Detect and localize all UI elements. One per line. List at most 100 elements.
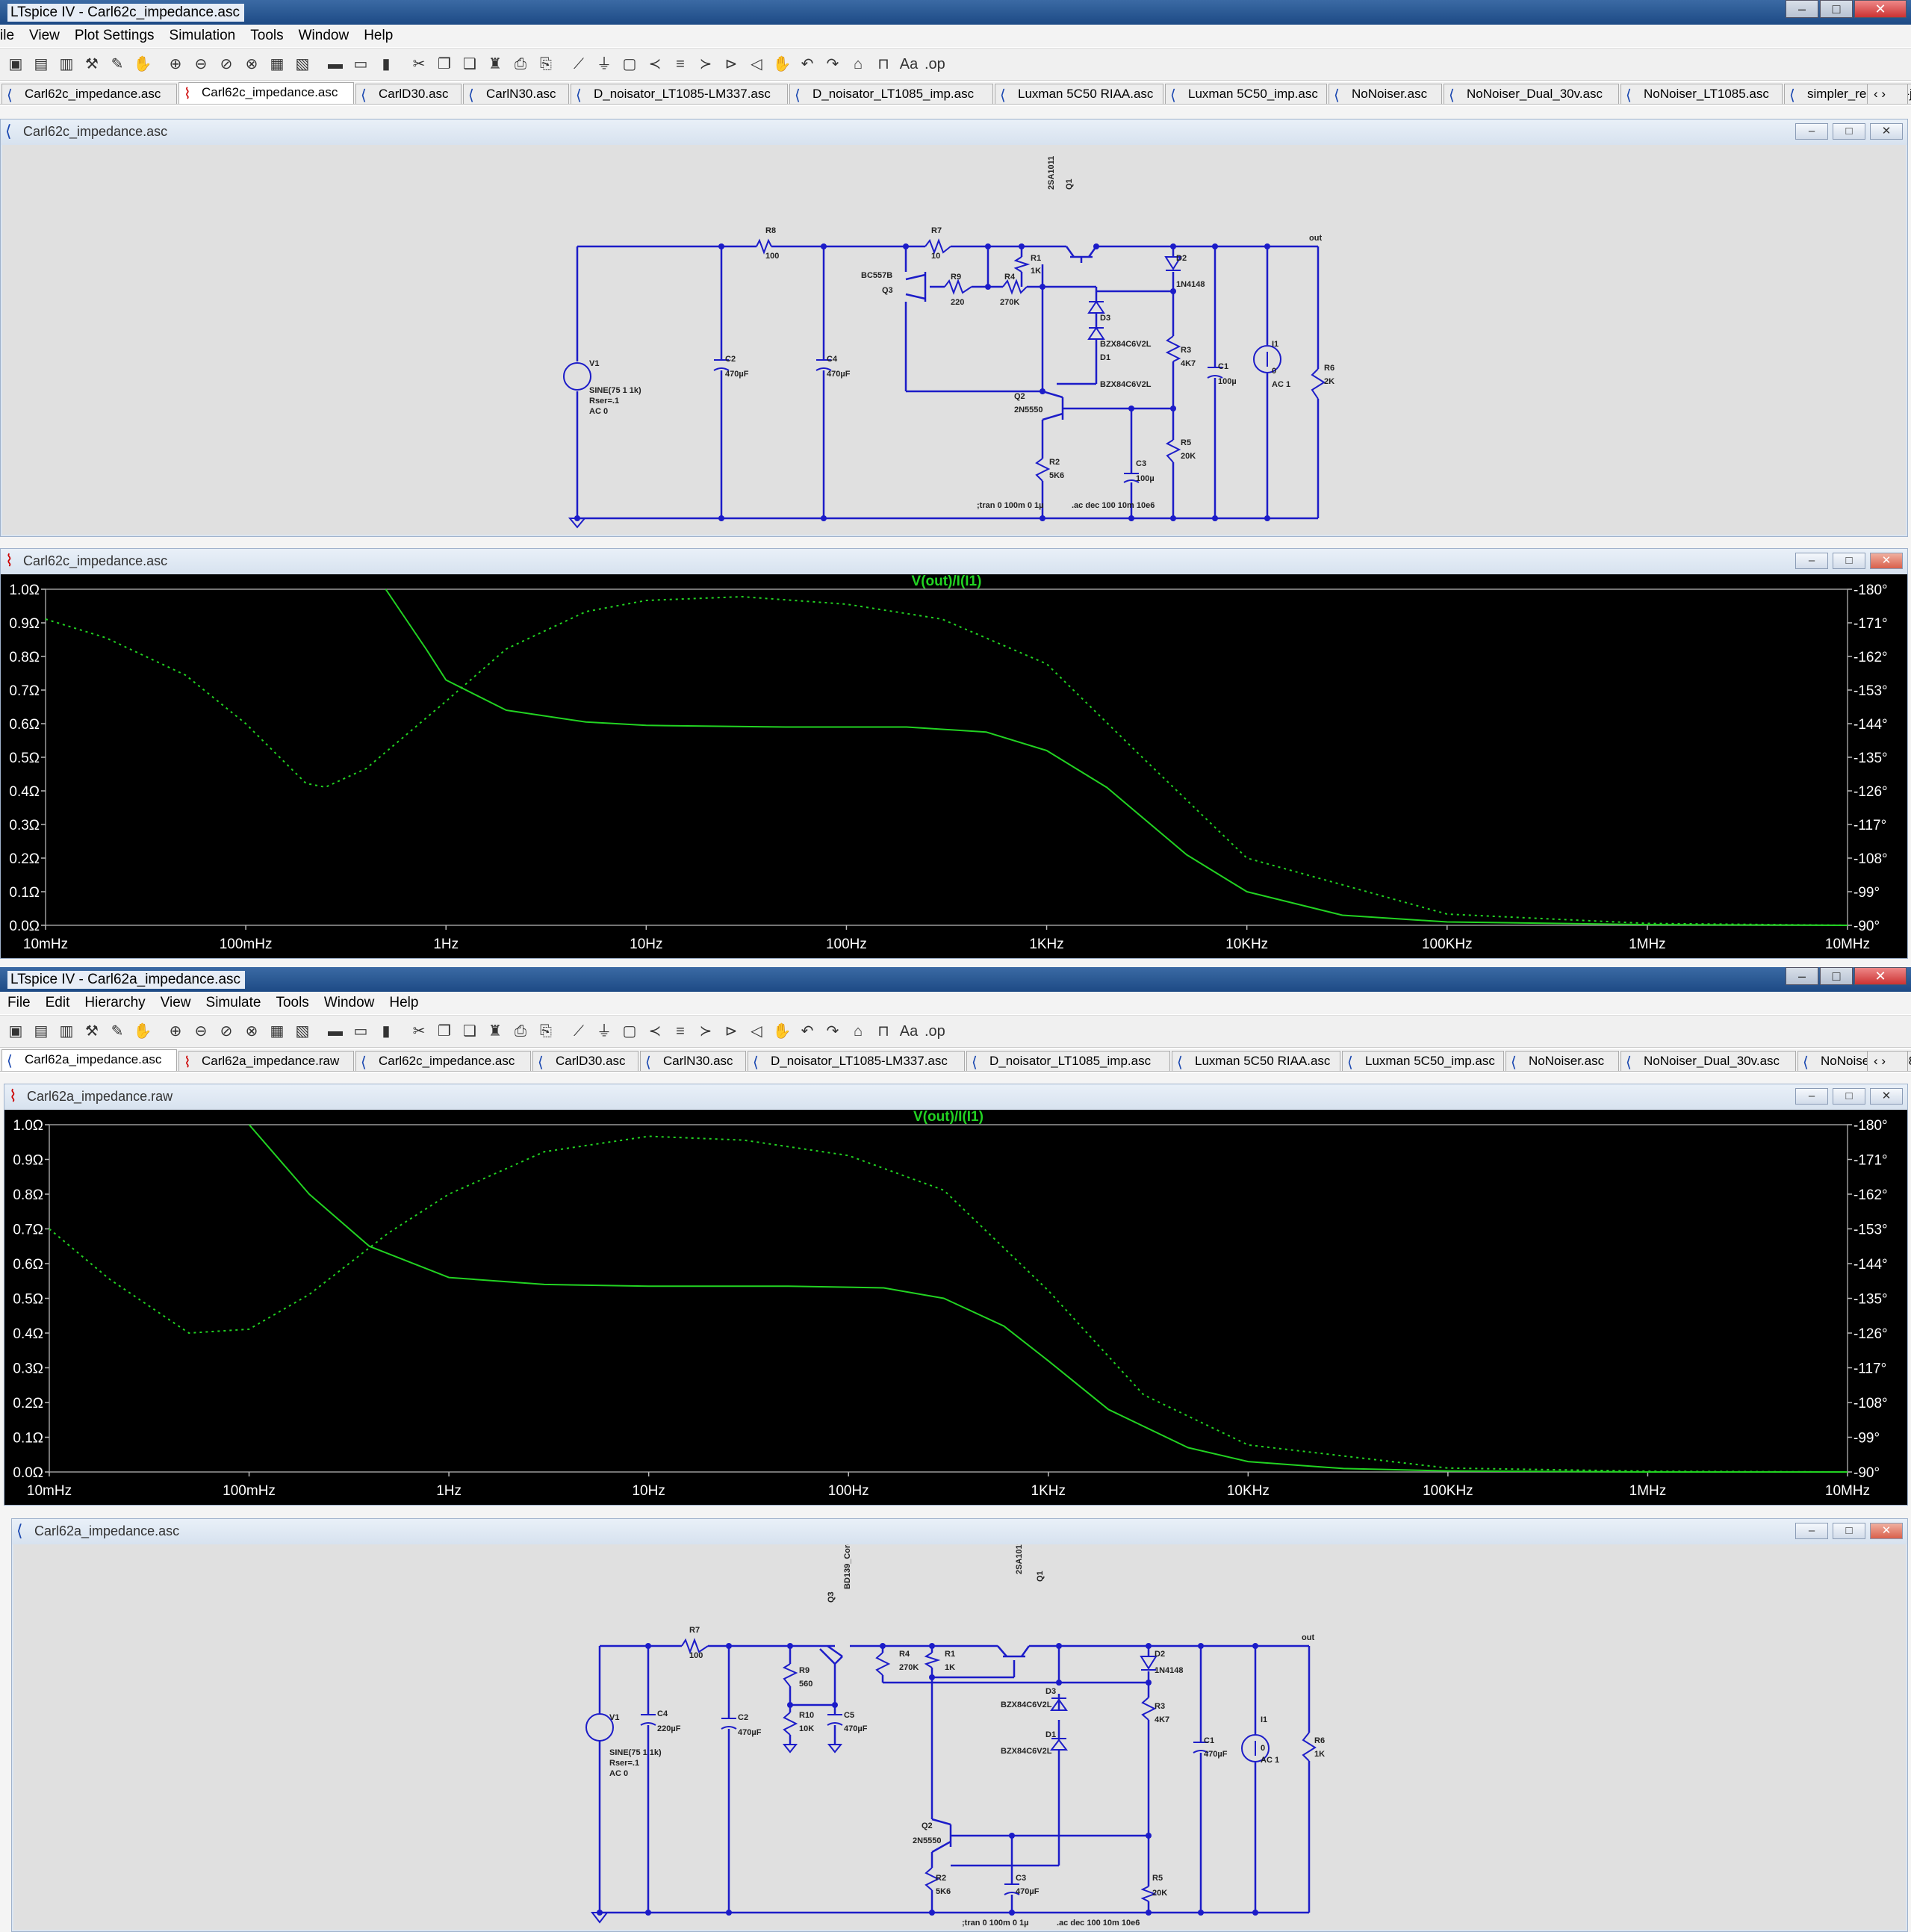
sch2-minimize-button[interactable]: – (1795, 1523, 1828, 1539)
tab-6[interactable]: ⟨ Luxman 5C50 RIAA.asc (995, 84, 1163, 104)
menu-view[interactable]: View (22, 25, 67, 47)
new-schematic-icon[interactable]: ▣ (6, 55, 25, 74)
diode-icon[interactable]: ⊳ (721, 55, 741, 74)
inductor-icon[interactable]: ≻ (696, 55, 715, 74)
print-setup-icon[interactable]: ⎙ (511, 55, 530, 74)
tab-2[interactable]: ⟨ Carl62c_impedance.asc (355, 1051, 531, 1071)
ground-icon[interactable]: ⏚ (594, 55, 614, 74)
copy-icon[interactable]: ❐ (435, 1022, 454, 1041)
pan-icon[interactable]: ✋ (133, 1022, 152, 1041)
tile-horiz-icon[interactable]: ▬ (326, 55, 345, 74)
zoom-in-icon[interactable]: ⊕ (166, 1022, 185, 1041)
menu-file[interactable]: ile (0, 25, 22, 47)
trace-title[interactable]: V(out)/I(I1) (912, 574, 982, 589)
mirror-icon[interactable]: ⊓ (874, 55, 893, 74)
plot-canvas[interactable]: V(out)/I(I1) 0.0Ω 0.1Ω 0.2Ω 0.3Ω 0.4Ω 0.5Ω 0.6Ω… (1, 574, 1907, 958)
tab-5[interactable]: ⟨ D_noisator_LT1085_imp.asc (789, 84, 993, 104)
maximize-button-2[interactable]: □ (1820, 967, 1853, 985)
plot-minimize-button[interactable]: – (1795, 553, 1828, 569)
redo-icon[interactable]: ↷ (823, 1022, 842, 1041)
menu-file[interactable]: File (0, 992, 38, 1014)
tab-4[interactable]: ⟨ CarlN30.asc (640, 1051, 746, 1071)
menu-tools[interactable]: Tools (268, 992, 316, 1014)
grid-icon[interactable]: ▧ (293, 1022, 312, 1041)
settings-icon[interactable]: ⚒ (82, 1022, 102, 1041)
resistor-icon[interactable]: ≺ (645, 55, 665, 74)
zoom-out-icon[interactable]: ⊘ (217, 55, 236, 74)
minimize-button-2[interactable]: – (1786, 967, 1818, 985)
window-title-bar[interactable]: LTspice IV - Carl62c_impedance.asc – □ ✕ (0, 0, 1911, 25)
run-icon[interactable]: ✎ (108, 1022, 127, 1041)
save-icon[interactable]: ▥ (57, 55, 76, 74)
label-icon[interactable]: ▢ (620, 1022, 639, 1041)
tab-3[interactable]: ⟨ CarlD30.asc (532, 1051, 638, 1071)
plot2-close-button[interactable]: ✕ (1870, 1088, 1903, 1105)
menu-window[interactable]: Window (317, 992, 382, 1014)
copy-icon[interactable]: ❐ (435, 55, 454, 74)
menu-simulate[interactable]: Simulate (199, 992, 269, 1014)
cut-icon[interactable]: ✂ (409, 1022, 429, 1041)
trace-title[interactable]: V(out)/I(I1) (913, 1110, 984, 1125)
paste-icon[interactable]: ❏ (460, 55, 479, 74)
schematic-window-title-bar[interactable]: ⟨ Carl62c_impedance.asc – □ ✕ (1, 119, 1907, 145)
tab-7[interactable]: ⟨ Luxman 5C50 RIAA.asc (1172, 1051, 1340, 1071)
menu-tools[interactable]: Tools (243, 25, 290, 47)
mirror-icon[interactable]: ⊓ (874, 1022, 893, 1041)
print-icon[interactable]: ⎘ (536, 1022, 556, 1041)
schematic-canvas-2[interactable]: BD139_Cordell Q3 2SA1011 Q1 out R7 100 R4 270K R1… (13, 1544, 1906, 1930)
tab-7[interactable]: ⟨ Luxman 5C50_imp.asc (1165, 84, 1327, 104)
tab-5[interactable]: ⟨ D_noisator_LT1085-LM337.asc (748, 1051, 965, 1071)
schematic-window-title-bar-2[interactable]: ⟨ Carl62a_impedance.asc – □ ✕ (12, 1519, 1907, 1544)
tab-3[interactable]: ⟨ CarlN30.asc (463, 84, 569, 104)
spice-directive-icon[interactable]: .op (925, 1022, 945, 1041)
new-schematic-icon[interactable]: ▣ (6, 1022, 25, 1041)
sub-minimize-button[interactable]: – (1795, 123, 1828, 140)
paste-icon[interactable]: ❏ (460, 1022, 479, 1041)
close-button[interactable]: ✕ (1854, 0, 1907, 18)
maximize-button[interactable]: □ (1820, 0, 1853, 18)
plot2-maximize-button[interactable]: □ (1833, 1088, 1865, 1105)
zoom-fit-icon[interactable]: ⊖ (191, 1022, 211, 1041)
sub-maximize-button[interactable]: □ (1833, 123, 1865, 140)
wire-icon[interactable]: ⟋ (569, 1022, 588, 1041)
cascade-icon[interactable]: ▭ (351, 55, 370, 74)
window-title-bar-2[interactable]: LTspice IV - Carl62a_impedance.asc – □ ✕ (0, 967, 1911, 992)
tab-1[interactable]: ⌇ Carl62c_impedance.asc (178, 82, 354, 104)
plot-canvas-2[interactable]: V(out)/I(I1) 0.0Ω 0.1Ω 0.2Ω 0.3Ω 0.4Ω 0.5Ω 0.6Ω… (4, 1110, 1907, 1505)
autorange-icon[interactable]: ▦ (267, 1022, 287, 1041)
pan-icon[interactable]: ✋ (133, 55, 152, 74)
close-button-2[interactable]: ✕ (1854, 967, 1907, 985)
tab-2[interactable]: ⟨ CarlD30.asc (355, 84, 462, 104)
cancel-zoom-icon[interactable]: ⊗ (242, 55, 261, 74)
tab-1[interactable]: ⌇ Carl62a_impedance.raw (178, 1051, 354, 1071)
tab-0[interactable]: ⟨ Carl62c_impedance.asc (1, 84, 177, 104)
cut-icon[interactable]: ✂ (409, 55, 429, 74)
menu-hierarchy[interactable]: Hierarchy (77, 992, 152, 1014)
open-icon[interactable]: ▤ (31, 1022, 51, 1041)
sch2-close-button[interactable]: ✕ (1870, 1523, 1903, 1539)
tile-horiz-icon[interactable]: ▬ (326, 1022, 345, 1041)
text-icon[interactable]: Aa (899, 55, 919, 74)
tab-9[interactable]: ⟨ NoNoiser.asc (1506, 1051, 1619, 1071)
cancel-zoom-icon[interactable]: ⊗ (242, 1022, 261, 1041)
sub-close-button[interactable]: ✕ (1870, 123, 1903, 140)
rotate-icon[interactable]: ⌂ (848, 1022, 868, 1041)
tab-0[interactable]: ⟨ Carl62a_impedance.asc (1, 1049, 177, 1071)
tab-scroll-arrows-icon[interactable]: ‹ › (1867, 84, 1908, 104)
menu-plot-settings[interactable]: Plot Settings (67, 25, 162, 47)
tile-vert-icon[interactable]: ▮ (376, 55, 396, 74)
plot2-minimize-button[interactable]: – (1795, 1088, 1828, 1105)
open-icon[interactable]: ▤ (31, 55, 51, 74)
find-icon[interactable]: ♜ (485, 55, 505, 74)
plot-window-title-bar-2[interactable]: ⌇ Carl62a_impedance.raw – □ ✕ (4, 1084, 1907, 1110)
print-icon[interactable]: ⎘ (536, 55, 556, 74)
plot-window-title-bar[interactable]: ⌇ Carl62c_impedance.asc – □ ✕ (1, 549, 1907, 574)
plot-close-button[interactable]: ✕ (1870, 553, 1903, 569)
ground-icon[interactable]: ⏚ (594, 1022, 614, 1041)
component-icon[interactable]: ◁ (747, 1022, 766, 1041)
spice-directive-icon[interactable]: .op (925, 55, 945, 74)
component-icon[interactable]: ◁ (747, 55, 766, 74)
zoom-out-icon[interactable]: ⊘ (217, 1022, 236, 1041)
grid-icon[interactable]: ▧ (293, 55, 312, 74)
redo-icon[interactable]: ↷ (823, 55, 842, 74)
